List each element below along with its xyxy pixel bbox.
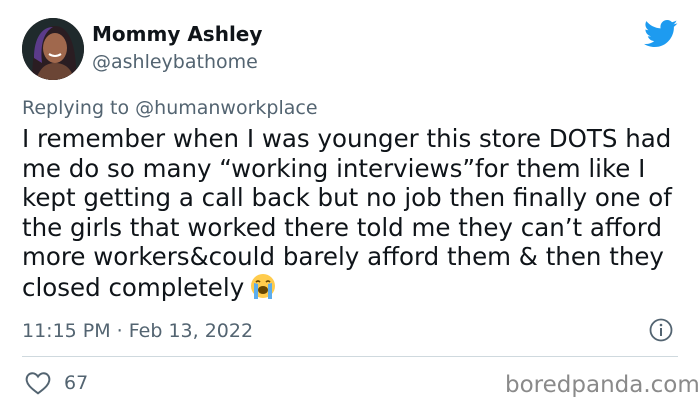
watermark: boredpanda.com (505, 372, 700, 398)
replying-to: Replying to @humanworkplace (22, 95, 318, 121)
like-count: 67 (64, 372, 89, 394)
replying-prefix: Replying to (22, 97, 136, 119)
tweet-text: I remember when I was younger this store… (22, 124, 687, 302)
tweet-timestamp[interactable]: 11:15 PM · Feb 13, 2022 (22, 318, 253, 344)
divider (22, 356, 678, 357)
heart-icon[interactable] (25, 371, 51, 395)
tweet-card: Mommy Ashley @ashleybathome Replying to … (0, 0, 700, 410)
avatar[interactable] (22, 18, 84, 80)
display-name[interactable]: Mommy Ashley (92, 21, 262, 47)
tweet-body: I remember when I was younger this store… (22, 124, 680, 302)
user-handle[interactable]: @ashleybathome (92, 50, 258, 74)
twitter-bird-icon[interactable] (644, 19, 678, 49)
info-icon[interactable] (649, 318, 673, 342)
reply-mention-link[interactable]: @humanworkplace (135, 97, 317, 119)
avatar-image (22, 18, 84, 80)
loudly-crying-face-icon (248, 272, 278, 300)
